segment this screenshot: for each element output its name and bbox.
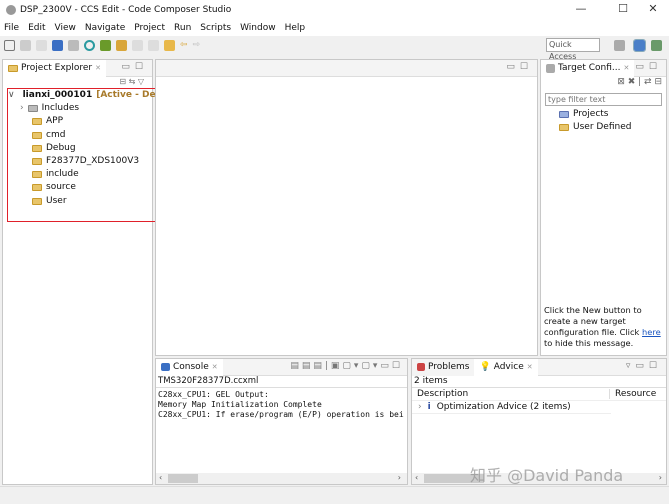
view-controls[interactable]: ▿▭☐	[626, 361, 662, 371]
ccs-edit-perspective-icon[interactable]	[633, 39, 646, 52]
console-line: C28xx_CPU1: If erase/program (E/P) opera…	[158, 410, 405, 419]
filter-input[interactable]	[545, 93, 662, 106]
msg-text: to hide this message.	[544, 338, 634, 348]
hide-message-link[interactable]: here	[642, 327, 661, 337]
close-icon[interactable]: ✕	[212, 363, 218, 371]
app-icon	[6, 5, 16, 15]
tab-problems[interactable]: Problems	[412, 358, 475, 376]
title-bar: DSP_2300V - CCS Edit - Code Composer Stu…	[0, 0, 669, 20]
console-line: C28xx_CPU1: GEL Output:	[158, 390, 269, 399]
menu-run[interactable]: Run	[174, 23, 191, 33]
menu-window[interactable]: Window	[240, 23, 276, 33]
tab-label: Advice	[493, 362, 524, 372]
lightbulb-icon: 💡	[479, 362, 491, 372]
tab-target-config[interactable]: Target Confi... ✕	[541, 59, 635, 77]
target-config-panel: Target Confi... ✕ ▭☐ ⊠ ✖ | ⇄ ⊟ Projects …	[540, 59, 667, 356]
highlight-box	[7, 88, 162, 222]
menu-edit[interactable]: Edit	[28, 23, 45, 33]
tab-label: Target Confi...	[558, 63, 621, 73]
tab-console[interactable]: Console ✕	[156, 358, 223, 376]
quick-access-input[interactable]: Quick Access	[546, 38, 600, 61]
view-controls[interactable]: ▭☐	[506, 62, 533, 72]
console-toolbar[interactable]: ▤▤▤|▣▢▾▢▾▭☐	[290, 361, 403, 371]
tab-advice[interactable]: 💡 Advice ✕	[474, 358, 538, 376]
ccs-debug-perspective-icon[interactable]	[651, 40, 662, 51]
forward-arrow-icon[interactable]: ⇨	[193, 40, 201, 50]
menu-bar: File Edit View Navigate Project Run Scri…	[0, 20, 669, 36]
menu-help[interactable]: Help	[285, 23, 306, 33]
console-panel: Console ✕ ▤▤▤|▣▢▾▢▾▭☐ TMS320F28377D.ccxm…	[155, 358, 408, 485]
help-message: Click the New button to create a new tar…	[544, 305, 666, 349]
status-bar	[0, 486, 669, 504]
console-line: Memory Map Initialization Complete	[158, 400, 322, 409]
new-icon[interactable]	[4, 39, 15, 51]
close-button[interactable]: ✕	[638, 2, 668, 18]
problems-icon	[417, 363, 425, 371]
item-label: Projects	[573, 109, 609, 119]
minimize-button[interactable]: —	[566, 2, 596, 18]
save-icon[interactable]	[20, 39, 31, 51]
column-description[interactable]: Description	[412, 389, 610, 399]
msg-text: Click the New button to create a new tar…	[544, 305, 642, 337]
back-arrow-icon[interactable]: ⇦	[180, 40, 188, 50]
debug-icon[interactable]	[100, 39, 111, 51]
close-icon[interactable]: ✕	[527, 363, 533, 371]
view-controls[interactable]: ▭☐	[121, 62, 148, 72]
column-resource[interactable]: Resource	[610, 389, 656, 399]
tree-item-user-defined[interactable]: User Defined	[559, 121, 666, 134]
console-source: TMS320F28377D.ccxml	[158, 376, 259, 386]
project-explorer-icon	[8, 64, 18, 72]
menu-file[interactable]: File	[4, 23, 19, 33]
window-title: DSP_2300V - CCS Edit - Code Composer Stu…	[20, 5, 232, 15]
console-icon	[161, 363, 170, 371]
target-toolbar[interactable]: ⊠ ✖ | ⇄ ⊟	[541, 77, 666, 91]
maximize-button[interactable]: ☐	[608, 2, 638, 18]
save-all-icon[interactable]	[36, 39, 47, 51]
watermark: 知乎 @David Panda	[470, 466, 624, 485]
build-icon[interactable]	[68, 39, 79, 51]
tab-label: Project Explorer	[21, 63, 93, 73]
disabled-icon[interactable]	[132, 39, 143, 51]
menu-scripts[interactable]: Scripts	[200, 23, 231, 33]
view-controls[interactable]: ▭☐	[635, 62, 662, 72]
tab-project-explorer[interactable]: Project Explorer ✕	[3, 59, 107, 77]
menu-view[interactable]: View	[55, 23, 76, 33]
menu-navigate[interactable]: Navigate	[85, 23, 125, 33]
info-icon: i	[427, 402, 431, 412]
tree-item-projects[interactable]: Projects	[559, 108, 666, 121]
last-edit-icon[interactable]	[164, 39, 175, 51]
close-icon[interactable]: ✕	[95, 64, 101, 72]
tab-label: Problems	[428, 362, 470, 372]
close-icon[interactable]: ✕	[623, 64, 629, 72]
folder-icon	[559, 111, 569, 119]
debug-view-icon[interactable]	[52, 39, 63, 51]
advice-row[interactable]: › i Optimization Advice (2 items)	[412, 401, 611, 414]
item-count: 2 items	[414, 376, 448, 386]
editor-area: ▭☐	[155, 59, 538, 356]
horizontal-scrollbar[interactable]: ‹ ›	[156, 473, 407, 484]
disabled-icon-2[interactable]	[148, 39, 159, 51]
tab-label: Console	[173, 362, 209, 372]
folder-icon	[559, 124, 569, 132]
flash-icon[interactable]	[116, 39, 127, 51]
item-label: User Defined	[573, 122, 632, 133]
search-icon[interactable]	[84, 39, 95, 51]
menu-project[interactable]: Project	[134, 23, 165, 33]
open-perspective-icon[interactable]	[614, 40, 625, 51]
row-label: Optimization Advice (2 items)	[436, 402, 571, 412]
target-config-icon	[546, 63, 555, 73]
